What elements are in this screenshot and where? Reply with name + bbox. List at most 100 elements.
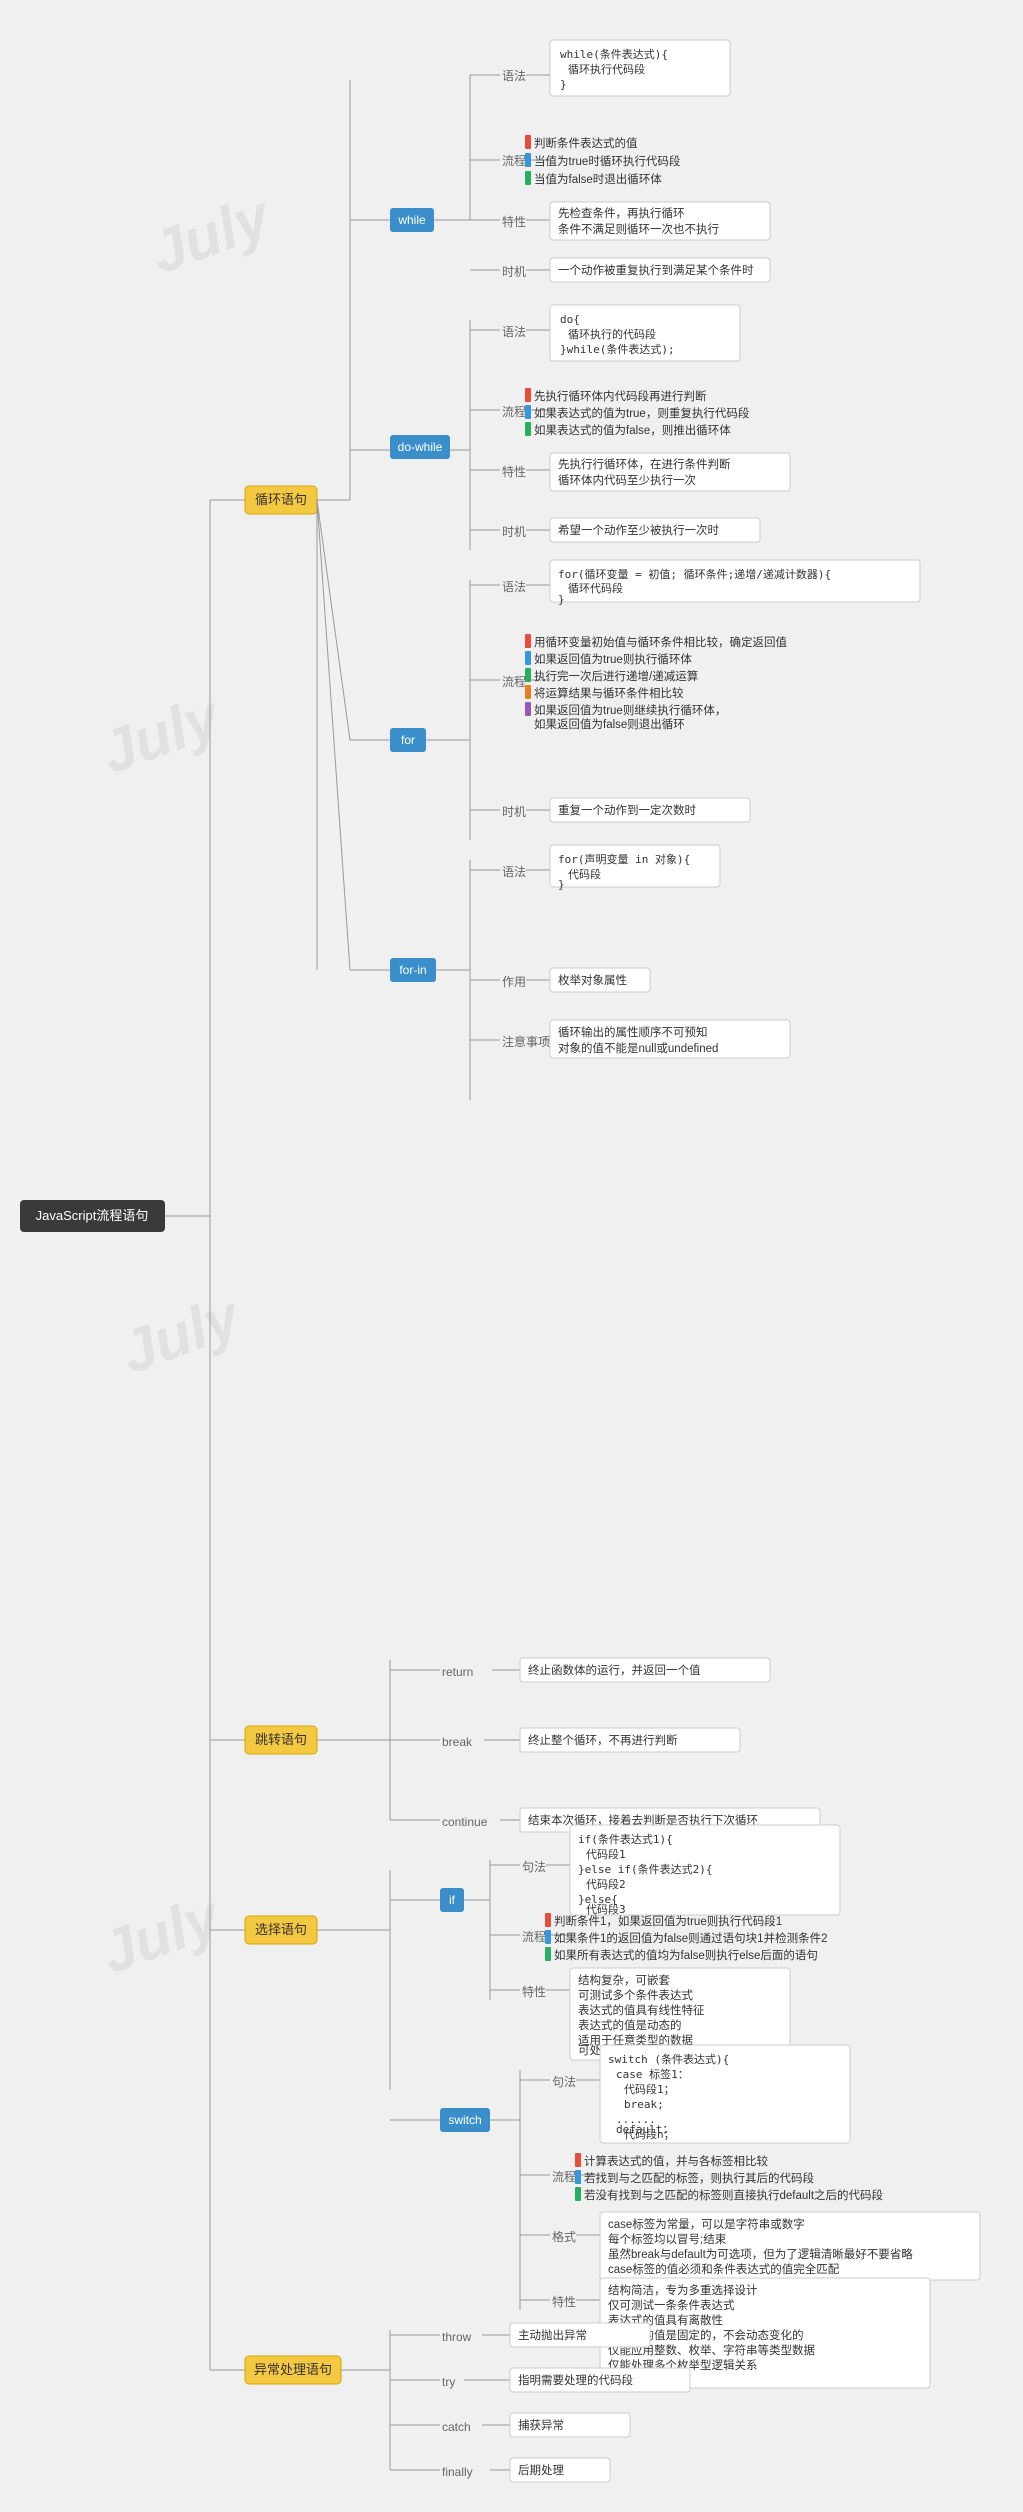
switch-feature-label: 特性 <box>552 2294 576 2309</box>
forin-note-1: 循环输出的属性顺序不可预知 <box>558 1025 708 1039</box>
switch-code-3: 代码段1； <box>624 2082 675 2096</box>
dowhile-code-3: }while(条件表达式); <box>560 342 675 356</box>
if-code-4: 代码段2 <box>586 1877 626 1891</box>
while-feature-label: 特性 <box>502 214 526 229</box>
switch-feature-1: 结构简洁，专为多重选择设计 <box>608 2283 758 2297</box>
for-timing: 重复一个动作到一定次数时 <box>558 803 696 817</box>
jump-label: 跳转语句 <box>255 1732 307 1747</box>
dowhile-code-2: 循环执行的代码段 <box>568 327 656 341</box>
if-code-1: if(条件表达式1){ <box>578 1832 673 1846</box>
if-flow-label: 流程 <box>522 1929 546 1944</box>
for-syntax-label: 语法 <box>502 580 526 594</box>
forin-note-2: 对象的值不能是null或undefined <box>558 1041 718 1055</box>
switch-code-4: break; <box>624 2098 664 2111</box>
select-label: 选择语句 <box>255 1922 307 1937</box>
throw-label: throw <box>442 2330 472 2344</box>
forin-code-1: for(声明变量 in 对象){ <box>558 852 690 866</box>
finally-label: finally <box>442 2465 473 2479</box>
for-code-2: 循环代码段 <box>568 581 623 595</box>
dowhile-flow-2: 如果表达式的值为true，则重复执行代码段 <box>534 406 750 420</box>
switch-format-2: 每个标签均以冒号;结束 <box>608 2232 727 2246</box>
for-timing-label: 时机 <box>502 805 526 819</box>
switch-flow-3: 若没有找到与之匹配的标签则直接执行default之后的代码段 <box>584 2188 884 2202</box>
dowhile-flow-1: 先执行循环体内代码段再进行判断 <box>534 389 707 403</box>
root-label: JavaScript流程语句 <box>36 1208 149 1223</box>
for-flow-1: 用循环变量初始值与循环条件相比较，确定返回值 <box>534 635 787 649</box>
exception-label: 异常处理语句 <box>254 2362 332 2377</box>
forin-syntax-label: 语法 <box>502 865 526 879</box>
while-node: while <box>397 213 426 227</box>
loop-label: 循环语句 <box>255 492 307 507</box>
while-flow-3: 当值为false时退出循环体 <box>534 172 662 186</box>
while-flow-1: 判断条件表达式的值 <box>534 136 638 150</box>
dowhile-flow-label: 流程 <box>502 404 526 419</box>
dowhile-feature-1: 先执行行循环体，在进行条件判断 <box>558 457 731 471</box>
if-code-2: 代码段1 <box>586 1847 626 1861</box>
break-text: 终止整个循环，不再进行判断 <box>528 1733 678 1747</box>
switch-code-2: case 标签1： <box>616 2067 689 2081</box>
for-flow-label: 流程 <box>502 674 526 689</box>
while-feature-1: 先检查条件，再执行循环 <box>558 206 685 220</box>
for-code-3: } <box>558 593 565 606</box>
forin-note-label: 注意事项 <box>502 1034 550 1049</box>
dowhile-node: do-while <box>398 440 443 454</box>
if-syntax-label: 句法 <box>522 1860 546 1874</box>
if-flow-3: 如果所有表达式的值均为false则执行else后面的语句 <box>554 1948 818 1962</box>
switch-feature-2: 仅可测试一条条件表达式 <box>608 2298 735 2312</box>
dowhile-feature-label: 特性 <box>502 464 526 479</box>
if-flow-1: 判断条件1，如果返回值为true则执行代码段1 <box>554 1914 782 1928</box>
for-code-1: for(循环变量 = 初值; 循环条件;递增/递减计数器){ <box>558 567 831 581</box>
switch-syntax-label: 句法 <box>552 2075 576 2089</box>
dowhile-flow-3: 如果表达式的值为false，则推出循环体 <box>534 423 731 437</box>
while-syntax-code-2: 循环执行代码段 <box>568 62 645 76</box>
while-flow-2: 当值为true时循环执行代码段 <box>534 154 681 168</box>
return-label: return <box>442 1665 473 1679</box>
forin-action-label: 作用 <box>502 975 526 989</box>
try-text: 指明需要处理的代码段 <box>518 2373 633 2387</box>
if-feature-3: 表达式的值具有线性特征 <box>578 2003 705 2017</box>
switch-format-label: 格式 <box>552 2229 576 2244</box>
while-timing-label: 时机 <box>502 265 526 279</box>
dowhile-code-1: do{ <box>560 313 580 326</box>
if-feature-1: 结构复杂，可嵌套 <box>578 1973 670 1987</box>
dowhile-syntax-label: 语法 <box>502 325 526 339</box>
for-flow-5a: 如果返回值为true则继续执行循环体， <box>534 703 726 717</box>
try-label: try <box>442 2375 455 2389</box>
if-feature-label: 特性 <box>522 1984 546 1999</box>
break-label: break <box>442 1735 473 1749</box>
catch-label: catch <box>442 2420 471 2434</box>
dowhile-timing-label: 时机 <box>502 525 526 539</box>
if-feature-4: 表达式的值是动态的 <box>578 2018 682 2032</box>
forin-code-3: } <box>558 878 565 891</box>
switch-flow-1: 计算表达式的值，并与各标签相比较 <box>584 2154 768 2168</box>
forin-node: for-in <box>399 963 426 977</box>
while-flow-label: 流程 <box>502 153 526 168</box>
switch-format-3: 虽然break与default为可选项，但为了逻辑清晰最好不要省略 <box>608 2247 913 2261</box>
dowhile-timing: 希望一个动作至少被执行一次时 <box>558 523 719 537</box>
for-flow-3: 执行完一次后进行递增/递减运算 <box>534 669 698 683</box>
return-text: 终止函数体的运行，并返回一个值 <box>528 1663 701 1677</box>
if-node: if <box>449 1893 456 1907</box>
if-feature-2: 可测试多个条件表达式 <box>578 1988 693 2002</box>
switch-code-1: switch (条件表达式){ <box>608 2052 729 2066</box>
while-syntax-label: 语法 <box>502 69 526 83</box>
while-feature-2: 条件不满足则循环一次也不执行 <box>558 222 719 236</box>
dowhile-feature-2: 循环体内代码至少执行一次 <box>558 473 696 487</box>
while-timing: 一个动作被重复执行到满足某个条件时 <box>558 263 754 277</box>
while-syntax-code-1: while(条件表达式){ <box>560 47 668 61</box>
switch-format-4: case标签的值必须和条件表达式的值完全匹配 <box>608 2262 840 2276</box>
catch-text: 捕获异常 <box>518 2418 564 2432</box>
for-flow-4: 将运算结果与循环条件相比较 <box>534 686 684 700</box>
switch-code-7: 代码段n； <box>624 2127 675 2141</box>
if-code-6: 代码段3 <box>586 1902 626 1916</box>
switch-flow-2: 若找到与之匹配的标签，则执行其后的代码段 <box>584 2171 814 2185</box>
continue-label: continue <box>442 1815 488 1829</box>
forin-action: 枚举对象属性 <box>558 973 627 987</box>
switch-format-1: case标签为常量，可以是字符串或数字 <box>608 2217 805 2231</box>
if-code-3: }else if(条件表达式2){ <box>578 1862 712 1876</box>
throw-text: 主动抛出异常 <box>518 2328 587 2342</box>
for-flow-2: 如果返回值为true则执行循环体 <box>534 652 692 666</box>
forin-code-2: 代码段 <box>568 867 601 881</box>
for-node: for <box>401 733 415 747</box>
switch-flow-label: 流程 <box>552 2169 576 2184</box>
